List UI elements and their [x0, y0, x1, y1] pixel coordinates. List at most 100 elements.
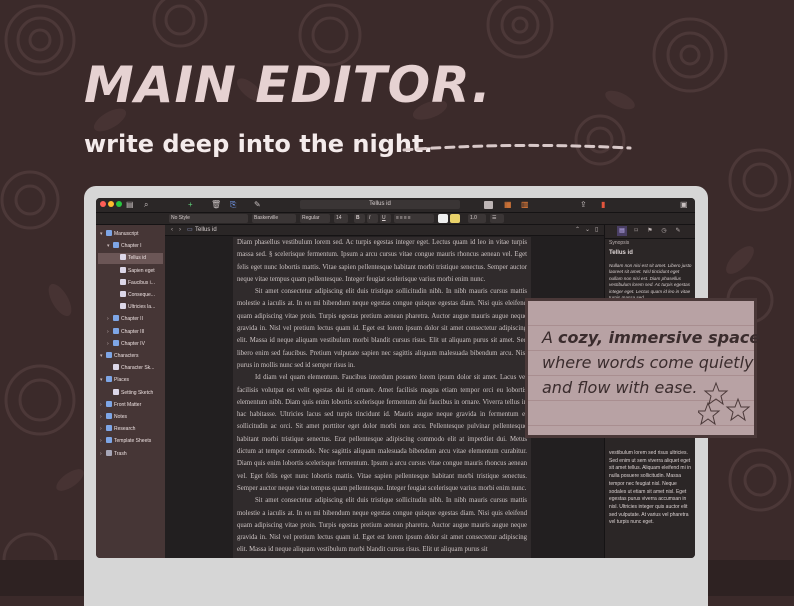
metadata-tab-icon[interactable]: ⚑ [645, 226, 655, 236]
edit-icon[interactable]: ✎ [254, 199, 261, 211]
binder-item[interactable]: › Front Matter [98, 400, 163, 411]
italic-button[interactable]: I [367, 214, 378, 223]
text-color-button[interactable] [438, 214, 448, 223]
binder-sidebar: ▾ Manuscript ▾ Chapter I Tellus id Sapien ege… [96, 225, 165, 558]
share-icon[interactable]: ⇪ [580, 199, 587, 211]
bookmark-icon[interactable]: ▮ [601, 199, 605, 211]
binder-item-label: Faucibus i... [128, 279, 155, 286]
bold-button[interactable]: B [354, 214, 365, 223]
binder-item-label: Ultricies la... [128, 304, 156, 311]
binder-item[interactable]: Character Sk... [98, 363, 163, 374]
font-family-select[interactable]: Baskerville [252, 214, 296, 223]
minimize-window-button[interactable] [108, 201, 114, 207]
binder-item[interactable]: › Trash [98, 449, 163, 460]
underline-button[interactable]: U [380, 214, 391, 223]
close-window-button[interactable] [100, 201, 106, 207]
binder-item-label: Notes [114, 414, 128, 420]
notes-text[interactable]: vestibulum lorem sed risus ultricies. Se… [609, 450, 693, 527]
add-icon[interactable]: + [188, 199, 193, 211]
forward-arrow-icon[interactable]: › [179, 225, 181, 235]
binder-item-label: Characters [114, 353, 139, 359]
outline-icon[interactable] [484, 201, 493, 209]
format-bar: No Style Baskerville Regular 14 B I U ≡≡… [96, 213, 695, 225]
back-arrow-icon[interactable]: ‹ [171, 225, 173, 235]
doc-icon [113, 364, 119, 371]
inspector-icon[interactable]: ▣ [680, 199, 688, 211]
inspector-tabs: ▤ ⌑ ⚑ ◷ ✎ [605, 225, 695, 239]
editor-page[interactable]: Diam phasellus vestibulum lorem sed. Ac … [233, 237, 531, 558]
doc-icon [113, 388, 119, 395]
binder-item-label: Front Matter [114, 401, 142, 408]
folder-icon [106, 425, 112, 432]
binder-item[interactable]: Sapien eget [98, 266, 163, 277]
binder-item[interactable]: › Notes [98, 412, 163, 423]
header-up-arrow-icon[interactable]: ⌃ [575, 225, 580, 235]
binder-item[interactable]: Tellus id [98, 253, 163, 265]
trash-icon[interactable]: 🗑 [211, 199, 221, 211]
binder-item[interactable]: › Template Sheets [98, 436, 163, 447]
zoom-window-button[interactable] [116, 201, 122, 207]
stars-icon [698, 381, 751, 426]
binder-item-label: Chapter I [121, 243, 142, 250]
binder-item[interactable]: ▾ Characters [98, 351, 163, 362]
folder-icon [106, 437, 112, 444]
callout-emphasis: cozy, immersive space [558, 328, 761, 347]
binder-item-label: Manuscript [114, 231, 139, 237]
hero-title: MAIN EDITOR. [84, 56, 492, 114]
binder-item[interactable]: Conseque... [98, 290, 163, 301]
folder-icon [106, 230, 112, 236]
binder-item-label: Tellus id [128, 255, 147, 262]
corkboard-icon[interactable]: ▦ [504, 199, 512, 211]
binder-item-label: Places [114, 377, 130, 384]
attachment-icon[interactable]: ⎘ [230, 199, 236, 211]
binder-item[interactable]: ▾ Chapter I [98, 241, 163, 252]
snapshots-tab-icon[interactable]: ◷ [659, 226, 669, 236]
alignment-buttons[interactable]: ≡≡≡≡ [394, 214, 434, 223]
binder-item[interactable]: Faucibus i... [98, 278, 163, 289]
doc-icon: ▭ [187, 227, 193, 233]
synopsis-header: Synopsis [609, 240, 630, 246]
doc-icon [120, 278, 126, 285]
binder-item[interactable]: Ultricies la... [98, 302, 163, 313]
binder-item-label: Conseque... [128, 292, 155, 298]
binder-item-label: Template Sheets [114, 438, 152, 445]
font-weight-select[interactable]: Regular [300, 214, 330, 223]
document-title: Tellus id [300, 200, 460, 209]
callout-card: A cozy, immersive space where words come… [525, 298, 760, 438]
editor-paragraph-1: Diam phasellus vestibulum lorem sed. Ac … [237, 239, 527, 283]
binder-item[interactable]: › Research [98, 424, 163, 435]
bookmarks-tab-icon[interactable]: ⌑ [631, 226, 641, 236]
sidebar-icon[interactable]: ▤ [126, 199, 134, 211]
folder-icon [106, 376, 112, 383]
binder-item[interactable]: › Chapter IV [98, 339, 163, 350]
paragraph-style-select[interactable]: No Style [169, 214, 248, 223]
split-editor-icon[interactable]: ▯ [595, 225, 598, 235]
synopsis-text[interactable]: Nullam non nisi est sit amet. Libero jus… [609, 263, 693, 301]
folder-icon [106, 400, 112, 407]
binder-item[interactable]: › Chapter III [98, 327, 163, 338]
doc-icon [120, 291, 126, 297]
dashed-divider [402, 143, 632, 152]
layout-icon[interactable]: ▥ [521, 199, 529, 211]
binder-item-label: Research [114, 426, 136, 433]
search-icon[interactable]: ⌕ [144, 199, 148, 211]
font-size-field[interactable]: 14 [334, 214, 348, 223]
hero-subtitle: write deep into the night. [84, 130, 433, 158]
doc-icon [120, 254, 126, 261]
highlight-color-button[interactable] [450, 214, 460, 223]
notes-tab-icon[interactable]: ▤ [617, 226, 627, 236]
binder-item[interactable]: ▾ Manuscript [98, 229, 163, 240]
editor-paragraph-4: Sit amet consectetur adipiscing elit dui… [237, 497, 527, 554]
editor-paragraph-2: Sit amet consectetur adipiscing elit dui… [237, 288, 527, 369]
list-button[interactable]: ☰ [490, 214, 504, 223]
callout-line-1: A cozy, immersive space [542, 329, 760, 347]
binder-item-label: Chapter II [121, 316, 143, 323]
trash-icon [106, 449, 112, 456]
folder-icon [106, 413, 112, 419]
binder-item[interactable]: Setting Sketch [98, 388, 163, 399]
header-down-arrow-icon[interactable]: ⌄ [585, 225, 590, 235]
binder-item[interactable]: › Chapter II [98, 314, 163, 325]
comments-tab-icon[interactable]: ✎ [673, 226, 683, 236]
line-spacing-select[interactable]: 1.0 [468, 214, 486, 223]
binder-item[interactable]: ▾ Places [98, 375, 163, 386]
